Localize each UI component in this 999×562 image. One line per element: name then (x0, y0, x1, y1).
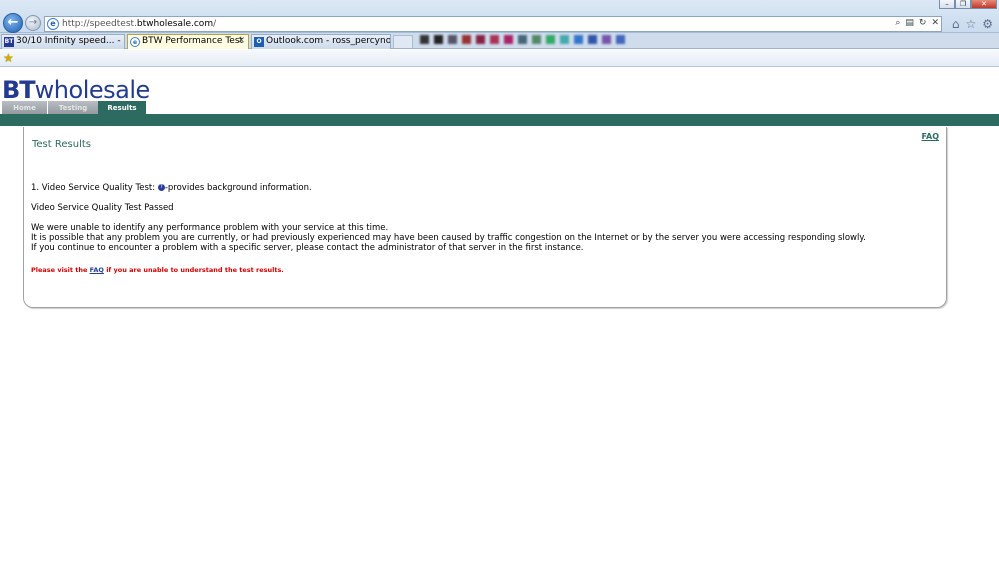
maximize-button[interactable]: ❐ (955, 0, 971, 9)
test-item-label: 1. Video Service Quality Test: (31, 183, 158, 193)
test-item: 1. Video Service Quality Test: ? -provide… (31, 183, 931, 193)
tab-label: 30/10 Infinity speed... - BTCare... (16, 36, 124, 46)
test-status: Video Service Quality Test Passed (31, 203, 174, 213)
new-tab-button[interactable] (393, 35, 413, 48)
browser-tab-strip: BT 30/10 Infinity speed... - BTCare... e… (0, 33, 999, 49)
result-line-3: If you continue to encounter a problem w… (31, 243, 584, 253)
logo-wholesale: wholesale (34, 76, 151, 104)
favorites-star-icon[interactable]: ☆ (965, 17, 976, 31)
nav-tab-testing[interactable]: Testing (48, 101, 99, 115)
close-window-button[interactable]: ✕ (971, 0, 997, 9)
ie-page-icon: e (47, 18, 59, 30)
browser-right-icons: ⌂ ☆ ⚙ (952, 17, 993, 31)
blurred-swatch (518, 35, 527, 44)
bt-wholesale-logo[interactable]: BTwholesale (2, 76, 150, 104)
compat-view-icon[interactable]: ▤ (905, 18, 914, 28)
blurred-swatch (476, 35, 485, 44)
note-prefix: Please visit the (31, 266, 90, 274)
gear-icon[interactable]: ⚙ (982, 17, 993, 31)
blurred-swatch (504, 35, 513, 44)
home-icon[interactable]: ⌂ (952, 17, 960, 31)
blurred-swatch (420, 35, 429, 44)
test-item-hint: -provides background information. (164, 183, 312, 193)
blurred-favorites-swatches (420, 35, 625, 44)
result-line-1: We were unable to identify any performan… (31, 223, 389, 233)
forward-button[interactable]: → (25, 15, 41, 31)
results-title: Test Results (32, 139, 91, 150)
blurred-swatch (616, 35, 625, 44)
web-page: BTwholesale Home Testing Results FAQ Tes… (0, 68, 999, 562)
back-button[interactable]: ← (3, 13, 23, 33)
minimize-button[interactable]: – (939, 0, 955, 9)
tab-label: Outlook.com - ross_percyno1... (266, 36, 391, 46)
results-panel: FAQ Test Results 1. Video Service Qualit… (23, 127, 947, 308)
browser-toolbar: – ❐ ✕ ← → e http://speedtest.btwholesale… (0, 0, 999, 33)
blurred-swatch (532, 35, 541, 44)
results-content: 1. Video Service Quality Test: ? -provide… (31, 183, 931, 275)
address-bar[interactable]: e http://speedtest.btwholesale.com/ ⌕ ▤ … (44, 16, 942, 32)
info-icon[interactable]: ? (157, 184, 165, 191)
refresh-icon[interactable]: ↻ (919, 18, 927, 28)
blurred-swatch (462, 35, 471, 44)
address-tools: ⌕ ▤ ↻ ✕ (895, 18, 939, 28)
bt-favicon-icon: BT (4, 37, 14, 47)
nav-tab-results[interactable]: Results (98, 101, 147, 115)
blurred-swatch (434, 35, 443, 44)
result-paragraph: We were unable to identify any performan… (31, 223, 931, 253)
ie-favicon-icon: e (130, 37, 140, 47)
outlook-favicon-icon: O (254, 37, 264, 47)
nav-tab-home[interactable]: Home (2, 101, 48, 115)
faq-link[interactable]: FAQ (921, 132, 939, 141)
result-line-2: It is possible that any problem you are … (31, 233, 866, 243)
nav-stripe (0, 114, 999, 126)
blurred-swatch (490, 35, 499, 44)
browser-tab-btw-performance[interactable]: e BTW Performance Test ✕ (127, 34, 249, 49)
search-icon[interactable]: ⌕ (895, 18, 900, 28)
blurred-swatch (560, 35, 569, 44)
url-text[interactable]: http://speedtest.btwholesale.com/ (62, 19, 216, 29)
note-suffix: if you are unable to understand the test… (103, 266, 284, 274)
blurred-swatch (574, 35, 583, 44)
url-suffix: / (213, 19, 217, 29)
window-controls: – ❐ ✕ (939, 0, 997, 10)
url-domain: btwholesale.com (136, 19, 214, 29)
url-prefix: http://speedtest. (62, 19, 137, 29)
logo-bt: BT (2, 76, 36, 104)
browser-tab-btcare[interactable]: BT 30/10 Infinity speed... - BTCare... (1, 34, 125, 49)
blurred-swatch (546, 35, 555, 44)
browser-tab-outlook[interactable]: O Outlook.com - ross_percyno1... (251, 34, 391, 49)
note-faq-link[interactable]: FAQ (90, 266, 104, 274)
blurred-swatch (602, 35, 611, 44)
faq-note: Please visit the FAQ if you are unable t… (31, 265, 931, 275)
tab-close-icon[interactable]: ✕ (237, 35, 245, 48)
add-favorites-star-icon[interactable]: ★ (3, 51, 14, 65)
blurred-swatch (448, 35, 457, 44)
site-nav: Home Testing Results (2, 101, 147, 115)
blurred-swatch (588, 35, 597, 44)
stop-icon[interactable]: ✕ (931, 18, 939, 28)
tab-label: BTW Performance Test (142, 36, 244, 46)
favorites-bar: ★ (0, 50, 999, 67)
